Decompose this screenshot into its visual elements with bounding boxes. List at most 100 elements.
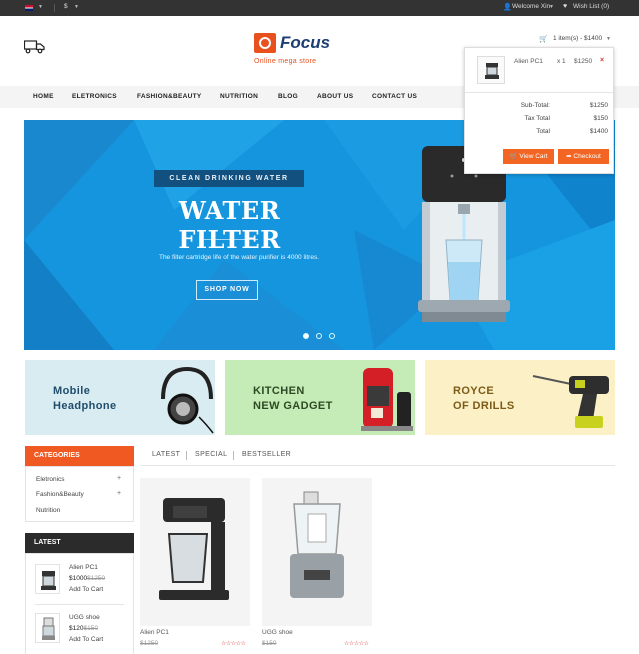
- total-value: $1400: [589, 128, 608, 135]
- subtotal-value: $1250: [589, 102, 608, 109]
- category-item-fashion-beauty[interactable]: Fashion&Beauty: [36, 491, 84, 498]
- banner-title: KITCHEN NEW GADGET: [253, 384, 333, 414]
- cart-dropdown: Alien PC1 x 1 $1250 × Sub-Total: $1250 T…: [464, 47, 614, 174]
- banner-line: KITCHEN: [253, 385, 305, 397]
- divider: [141, 465, 615, 466]
- cart-product-qty: x 1: [557, 58, 566, 65]
- banner-headphone[interactable]: Mobile Headphone: [25, 360, 215, 435]
- latest-thumb-ugg[interactable]: [35, 613, 60, 643]
- language-flag-icon[interactable]: [25, 5, 33, 11]
- user-icon: 👤: [503, 4, 512, 11]
- expand-icon[interactable]: +: [117, 475, 121, 482]
- cart-product-thumbnail[interactable]: [477, 56, 505, 84]
- logo-icon[interactable]: [254, 33, 276, 53]
- tab-special[interactable]: SPECIAL: [195, 451, 227, 458]
- tax-value: $150: [593, 115, 608, 122]
- category-item-eletronics[interactable]: Eletronics: [36, 476, 65, 483]
- product-card-alien[interactable]: [140, 478, 250, 626]
- latest-header: LATEST: [25, 533, 134, 553]
- chevron-down-icon[interactable]: ▼: [606, 36, 611, 42]
- slider-dot-1[interactable]: [303, 333, 309, 339]
- hero-description: The filter cartridge life of the water p…: [158, 254, 320, 261]
- divider: [54, 4, 55, 12]
- nav-item-contact-us[interactable]: CONTACT US: [372, 93, 417, 100]
- share-icon: ➦: [566, 153, 572, 160]
- welcome-user-link[interactable]: Welcome Xin: [512, 3, 550, 10]
- banner-title: Mobile Headphone: [53, 384, 117, 414]
- latest-price: $1000$1250: [69, 575, 105, 582]
- nav-item-eletronics[interactable]: ELETRONICS: [72, 93, 117, 100]
- nav-item-nutrition[interactable]: NUTRITION: [220, 93, 258, 100]
- add-to-cart-link[interactable]: Add To Cart: [69, 636, 103, 643]
- latest-name[interactable]: Alien PC1: [69, 564, 98, 571]
- banner-line: NEW GADGET: [253, 400, 333, 412]
- shop-now-button[interactable]: SHOP NOW: [196, 280, 258, 300]
- subtotal-label: Sub-Total:: [520, 102, 550, 109]
- divider: [233, 451, 234, 460]
- slider-dot-3[interactable]: [329, 333, 335, 339]
- delivery-truck-icon: [24, 40, 45, 54]
- divider: [186, 451, 187, 460]
- cart-icon: 🛒: [509, 153, 518, 160]
- divider: [204, 239, 258, 240]
- latest-price-old: $1250: [87, 575, 106, 582]
- nav-item-blog[interactable]: BLOG: [278, 93, 298, 100]
- latest-name[interactable]: UGG shoe: [69, 614, 100, 621]
- category-item-nutrition[interactable]: Nutrition: [36, 507, 60, 514]
- logo-name[interactable]: Focus: [280, 33, 330, 53]
- banner-line: OF DRILLS: [453, 400, 515, 412]
- product-old-price: $1250: [140, 640, 159, 647]
- rating-stars-icon: ☆☆☆☆☆: [221, 641, 246, 647]
- product-card-ugg[interactable]: [262, 478, 372, 626]
- currency-selector[interactable]: $: [64, 3, 68, 10]
- hero-tagline: CLEAN DRINKING WATER: [154, 170, 304, 187]
- divider: [465, 92, 613, 93]
- hero-title: WATER FILTER: [178, 196, 281, 254]
- tab-latest[interactable]: LATEST: [152, 451, 180, 458]
- slider-dot-2[interactable]: [316, 333, 322, 339]
- product-name[interactable]: UGG shoe: [262, 629, 293, 636]
- drill-image: [532, 375, 609, 428]
- latest-price-old: $150: [83, 625, 98, 632]
- chevron-down-icon[interactable]: ▼: [38, 4, 43, 10]
- cart-summary-button[interactable]: 1 item(s) - $1400: [553, 35, 602, 42]
- wishlist-link[interactable]: Wish List (0): [573, 3, 609, 10]
- headphone-image: [161, 366, 214, 434]
- food-processor-image: [290, 491, 344, 598]
- banner-line: Headphone: [53, 400, 117, 412]
- banner-line: ROYCE: [453, 385, 495, 397]
- latest-thumb-alien[interactable]: [35, 564, 60, 594]
- checkout-button[interactable]: ➦ Checkout: [558, 149, 609, 164]
- banner-line: Mobile: [53, 385, 91, 397]
- cart-product-price: $1250: [574, 58, 593, 65]
- banner-title: ROYCE OF DRILLS: [453, 384, 515, 414]
- add-to-cart-link[interactable]: Add To Cart: [69, 586, 103, 593]
- checkout-label: Checkout: [573, 153, 601, 160]
- latest-price: $120$150: [69, 625, 98, 632]
- tax-label: Tax Total: [524, 115, 550, 122]
- latest-price-now: $1000: [69, 575, 88, 582]
- cart-icon: 🛒: [539, 36, 548, 43]
- chevron-down-icon[interactable]: ▼: [74, 4, 79, 10]
- banner-kitchen[interactable]: KITCHEN NEW GADGET: [225, 360, 415, 435]
- expand-icon[interactable]: +: [117, 490, 121, 497]
- product-old-price: $150: [262, 640, 277, 647]
- coffee-maker-image: [159, 498, 229, 600]
- tab-bestseller[interactable]: BESTSELLER: [242, 451, 291, 458]
- nav-item-fashion-beauty[interactable]: FASHION&BEAUTY: [137, 93, 202, 100]
- nav-item-home[interactable]: HOME: [33, 93, 54, 100]
- latest-list: Alien PC1 $1000$1250 Add To Cart UGG sho…: [25, 553, 134, 654]
- nav-item-about-us[interactable]: ABOUT US: [317, 93, 353, 100]
- remove-item-icon[interactable]: ×: [600, 57, 604, 64]
- banner-drills[interactable]: ROYCE OF DRILLS: [425, 360, 615, 435]
- categories-header: CATEGORIES: [25, 446, 134, 466]
- view-cart-button[interactable]: 🛒 View Cart: [503, 149, 554, 164]
- heart-icon: ♥: [563, 3, 568, 10]
- categories-list: Eletronics + Fashion&Beauty + Nutrition: [25, 466, 134, 522]
- top-bar: ▼ $ ▼ 👤 Welcome Xin ▼ ♥ Wish List (0): [0, 0, 639, 16]
- cart-product-name[interactable]: Alien PC1: [514, 58, 543, 65]
- chevron-down-icon[interactable]: ▼: [549, 4, 554, 10]
- divider: [35, 604, 124, 605]
- coffee-machine-image: [361, 368, 413, 431]
- product-name[interactable]: Alien PC1: [140, 629, 169, 636]
